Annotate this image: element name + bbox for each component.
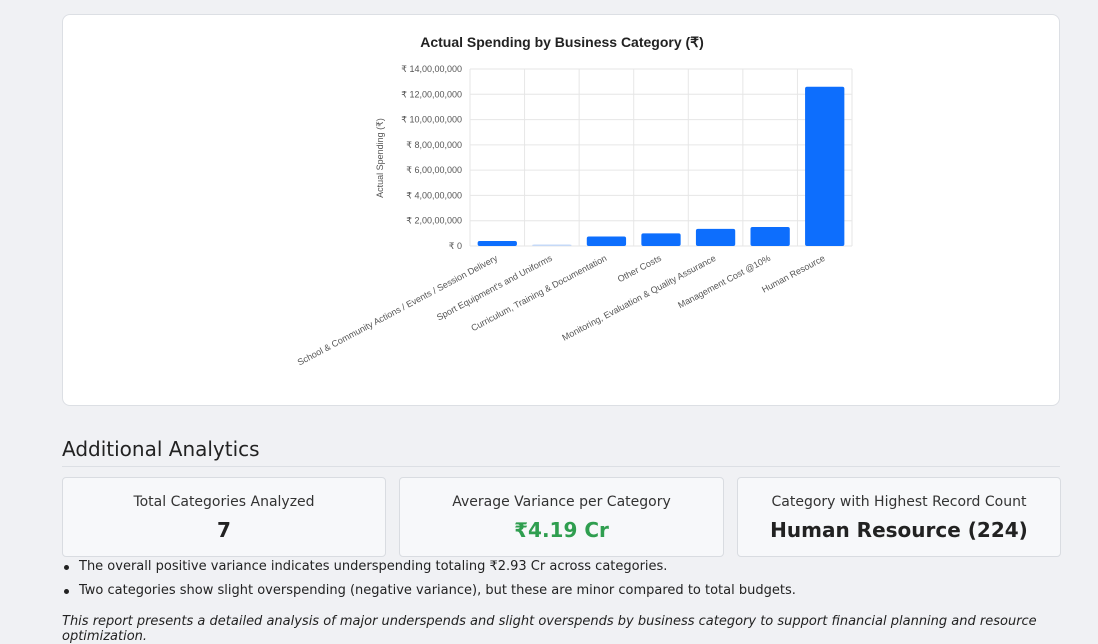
y-tick-label: ₹ 2,00,00,000 <box>406 216 462 226</box>
y-axis-label: Actual Spending (₹) <box>375 118 385 198</box>
stat-card-average-variance: Average Variance per Category ₹4.19 Cr <box>399 477 724 557</box>
bar <box>586 236 627 246</box>
bar <box>695 228 736 246</box>
y-tick-label: ₹ 6,00,00,000 <box>406 165 462 175</box>
bar <box>641 233 681 246</box>
stat-value: Human Resource (224) <box>770 518 1028 542</box>
report-footer-note: This report presents a detailed analysis… <box>62 614 1037 644</box>
analytics-notes: The overall positive variance indicates … <box>62 557 1062 605</box>
y-tick-label: ₹ 0 <box>449 241 462 251</box>
y-tick-label: ₹ 14,00,00,000 <box>401 64 462 74</box>
stat-value: 7 <box>217 518 231 542</box>
grid-lines <box>469 68 853 247</box>
bar <box>750 227 790 246</box>
bullet-icon <box>64 565 69 570</box>
y-tick-label: ₹ 10,00,00,000 <box>401 115 462 125</box>
list-item: The overall positive variance indicates … <box>62 557 1062 581</box>
stat-card-total-categories: Total Categories Analyzed 7 <box>62 477 386 557</box>
x-tick-label: School & Community Actions / Events / Se… <box>296 253 500 368</box>
stat-label: Category with Highest Record Count <box>771 494 1027 510</box>
x-tick-label: Management Cost @10% <box>676 253 772 310</box>
stat-value: ₹4.19 Cr <box>514 518 609 542</box>
note-text: Two categories show slight overspending … <box>79 583 796 598</box>
stat-label: Average Variance per Category <box>452 494 671 510</box>
stat-label: Total Categories Analyzed <box>133 494 315 510</box>
x-tick-label: Other Costs <box>616 253 664 285</box>
chart-title: Actual Spending by Business Category (₹) <box>420 34 704 50</box>
bar <box>477 240 517 246</box>
y-tick-label: ₹ 8,00,00,000 <box>406 140 462 150</box>
bar <box>532 244 572 246</box>
bullet-icon <box>64 589 69 594</box>
section-heading: Additional Analytics <box>62 437 260 461</box>
section-divider <box>62 466 1060 467</box>
stat-card-highest-record-count: Category with Highest Record Count Human… <box>737 477 1061 557</box>
y-tick-label: ₹ 12,00,00,000 <box>401 89 462 99</box>
list-item: Two categories show slight overspending … <box>62 581 1062 605</box>
note-text: The overall positive variance indicates … <box>79 559 668 574</box>
x-tick-labels: School & Community Actions / Events / Se… <box>296 253 827 368</box>
bars <box>477 86 845 246</box>
bar-chart: Actual Spending by Business Category (₹)… <box>296 34 853 368</box>
y-tick-label: ₹ 4,00,00,000 <box>406 190 462 200</box>
chart-card: Actual Spending by Business Category (₹)… <box>62 14 1060 406</box>
bar <box>805 86 845 246</box>
y-tick-labels: ₹ 0 ₹ 2,00,00,000 ₹ 4,00,00,000 ₹ 6,00,00,0… <box>401 64 462 251</box>
